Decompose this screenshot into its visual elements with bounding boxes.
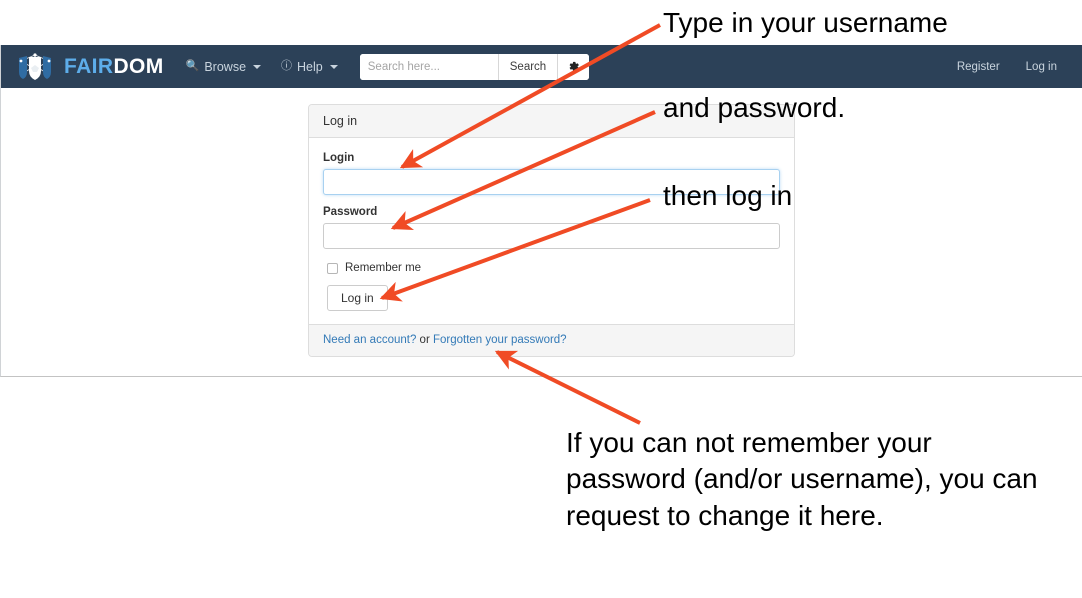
brand-logo-link[interactable]: FAIRDOM: [15, 52, 164, 82]
nav-item-browse[interactable]: 🔍 Browse: [185, 59, 262, 74]
nav-item-help-label: Help: [297, 59, 323, 74]
brand-dom: DOM: [113, 55, 164, 78]
fairdom-shield-handshake-logo-icon: [19, 52, 51, 80]
navbar-search-group: Search: [359, 53, 590, 80]
gear-icon: [569, 61, 579, 72]
search-icon: 🔍: [185, 60, 200, 72]
remember-me-checkbox[interactable]: [327, 262, 338, 274]
footer-separator: or: [416, 334, 433, 346]
login-panel-body: Login Password Remember me Log in: [309, 138, 794, 324]
gear-icon-button[interactable]: [557, 53, 590, 80]
navbar: FAIRDOM 🔍 Browse ⓘ Help Search here... S…: [1, 45, 1082, 88]
chevron-down-icon: [253, 64, 262, 69]
info-circle-icon: ⓘ: [281, 60, 293, 72]
remember-me-row[interactable]: Remember me: [327, 262, 780, 274]
login-link[interactable]: Log in: [1026, 61, 1057, 73]
need-account-link[interactable]: Need an account?: [323, 334, 416, 346]
nav-item-browse-label: Browse: [204, 59, 247, 74]
navbar-right-links: Register Log in: [957, 61, 1069, 73]
register-link[interactable]: Register: [957, 61, 1000, 73]
navbar-menu: 🔍 Browse ⓘ Help: [186, 60, 338, 74]
search-input[interactable]: [359, 53, 498, 80]
brand-text: FAIRDOM: [64, 56, 164, 77]
brand-fair: FAIR: [64, 55, 114, 78]
login-field-label: Login: [323, 152, 355, 164]
screenshot-root: FAIRDOM 🔍 Browse ⓘ Help Search here... S…: [0, 0, 1082, 598]
login-submit-button[interactable]: Log in: [327, 285, 388, 311]
search-button[interactable]: Search: [497, 53, 558, 80]
annotation-then-log-in-text: then log in: [663, 180, 793, 211]
nav-item-help[interactable]: ⓘ Help: [281, 60, 338, 74]
annotation-forgotten-password-text: If you can not remember your password (a…: [566, 427, 1046, 531]
chevron-down-icon: [329, 64, 338, 69]
annotation-username-text: Type in your username: [663, 7, 948, 38]
annotation-password-text: and password.: [663, 92, 846, 123]
login-panel-footer: Need an account? or Forgotten your passw…: [309, 324, 794, 356]
password-input[interactable]: [323, 223, 780, 249]
login-panel: Log in Login Password Remember me Log in: [308, 104, 795, 357]
remember-me-label: Remember me: [345, 262, 422, 274]
forgotten-password-link[interactable]: Forgotten your password?: [433, 334, 567, 346]
